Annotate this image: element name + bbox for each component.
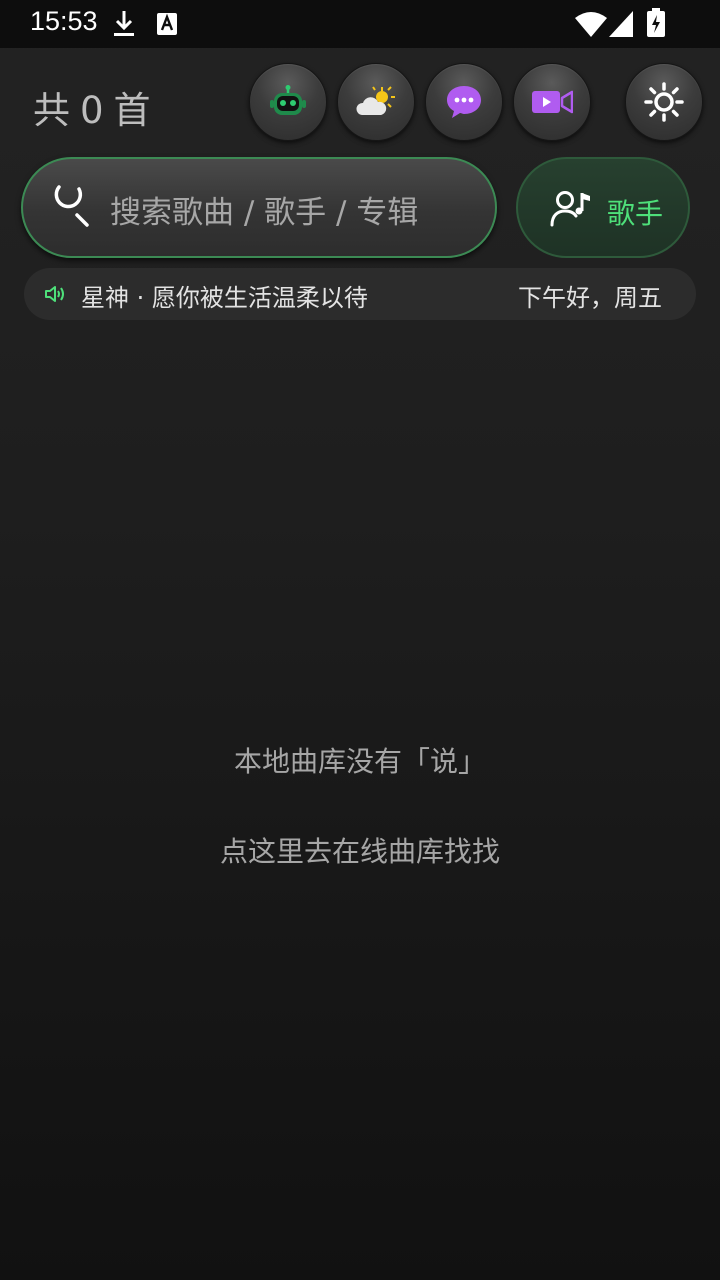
battery-charging-icon <box>647 8 665 37</box>
font-notification-icon <box>157 13 177 35</box>
gear-icon <box>644 82 684 122</box>
video-button[interactable] <box>513 63 591 141</box>
count-number: 0 <box>80 89 104 132</box>
search-icon <box>54 185 89 227</box>
video-camera-icon <box>532 90 573 114</box>
robot-button[interactable] <box>249 63 327 141</box>
download-icon <box>114 11 134 36</box>
announcement-ticker[interactable]: 星神 · 愿你被生活温柔以待 下午好，周五 <box>24 268 696 320</box>
chat-bubble-icon <box>447 86 481 118</box>
robot-icon <box>270 85 306 115</box>
weather-button[interactable] <box>337 63 415 141</box>
ticker-text: 星神 · 愿你被生活温柔以待 <box>81 284 368 312</box>
chat-button[interactable] <box>425 63 503 141</box>
search-online-link[interactable]: 点这里去在线曲库找找 <box>0 830 720 870</box>
status-bar: 15:53 <box>0 0 720 48</box>
singer-button[interactable]: 歌手 <box>516 157 690 258</box>
weather-icon <box>356 86 395 115</box>
count-prefix: 共 <box>33 89 70 132</box>
singer-button-label: 歌手 <box>607 197 664 230</box>
song-count: 共0首 <box>33 80 161 134</box>
search-input[interactable]: 搜索歌曲 / 歌手 / 专辑 <box>21 157 497 258</box>
count-suffix: 首 <box>113 89 151 132</box>
empty-library-message: 本地曲库没有「说」 <box>233 745 486 778</box>
status-time: 15:53 <box>30 6 98 36</box>
wifi-icon <box>575 12 607 37</box>
cell-signal-icon <box>609 11 633 37</box>
greeting-text: 下午好，周五 <box>518 284 662 312</box>
search-placeholder: 搜索歌曲 / 歌手 / 专辑 <box>110 195 419 231</box>
singer-icon <box>550 191 590 227</box>
settings-button[interactable] <box>625 63 703 141</box>
speaker-icon <box>45 286 64 302</box>
